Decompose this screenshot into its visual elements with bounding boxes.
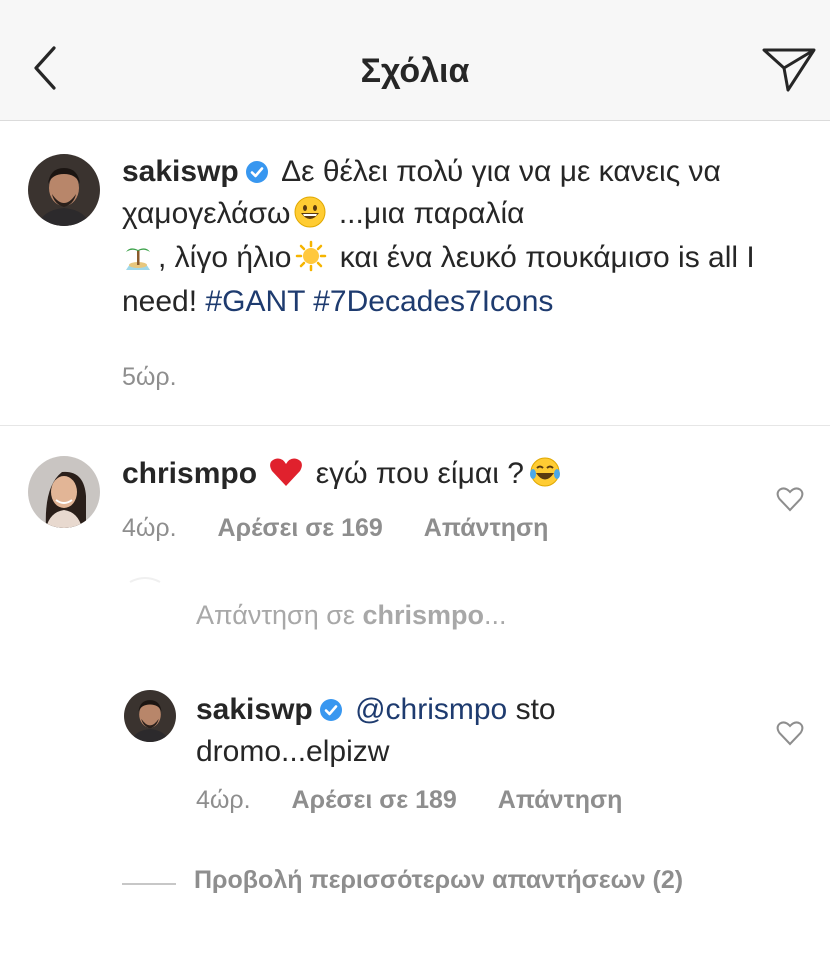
red-heart-emoji <box>269 456 303 498</box>
comment-username[interactable]: chrismpo <box>122 457 257 490</box>
tears-of-joy-emoji <box>528 456 562 498</box>
grinning-face-emoji <box>294 196 326 238</box>
view-more-line <box>122 883 176 885</box>
caption-username[interactable]: sakiswp <box>122 155 239 188</box>
paper-plane-icon <box>762 48 816 92</box>
caption-meta: 5ώρ. <box>122 363 177 392</box>
reply-reply-button[interactable]: Απάντηση <box>498 786 623 814</box>
desert-island-emoji <box>122 240 154 282</box>
like-reply-button[interactable] <box>776 720 804 751</box>
reply-avatar[interactable] <box>124 690 176 742</box>
verified-badge-icon <box>245 155 269 194</box>
comment-avatar[interactable] <box>28 456 100 528</box>
caption-timestamp: 5ώρ. <box>122 363 177 391</box>
heart-outline-icon <box>776 487 804 512</box>
heart-outline-icon <box>776 721 804 746</box>
reply-prompt-suffix: ... <box>483 600 507 630</box>
mention-link[interactable]: @chrismpo <box>355 693 507 726</box>
verified-badge-icon <box>319 693 343 732</box>
post-caption: sakiswp Δε θέλει πολύ για να με κανεις ν… <box>122 152 802 321</box>
reply-prompt[interactable]: Απάντηση σε chrismpo... <box>196 600 507 631</box>
reply-timestamp: 4ώρ. <box>196 786 251 814</box>
top-bar: Σχόλια <box>0 0 830 121</box>
comment-reply-button[interactable]: Απάντηση <box>424 514 549 542</box>
view-more-replies-button[interactable]: Προβολή περισσότερων απαντήσεων (2) <box>194 866 683 895</box>
reply-prompt-prefix: Απάντηση σε <box>196 600 355 630</box>
reply-meta: 4ώρ. Αρέσει σε 189 Απάντηση <box>196 786 622 815</box>
hashtag-link[interactable]: #7Decades7Icons <box>313 285 553 318</box>
divider <box>0 425 830 426</box>
page-title: Σχόλια <box>360 52 470 90</box>
comment-likes[interactable]: Αρέσει σε 169 <box>218 514 383 542</box>
comment-timestamp: 4ώρ. <box>122 514 177 542</box>
reply-body: sakiswp @chrismpo sto dromo...elpizw <box>196 690 756 771</box>
comment-meta: 4ώρ. Αρέσει σε 169 Απάντηση <box>122 514 548 543</box>
comment-text: εγώ που είμαι ? <box>315 457 524 490</box>
share-button[interactable] <box>760 42 818 94</box>
reply-likes[interactable]: Αρέσει σε 189 <box>292 786 457 814</box>
hashtag-link[interactable]: #GANT <box>205 285 304 318</box>
faint-mark <box>129 577 161 583</box>
comment-body: chrismpo εγώ που είμαι ? <box>122 454 762 498</box>
caption-text: ...μια παραλία <box>338 197 525 230</box>
reply-prompt-username: chrismpo <box>362 600 484 630</box>
caption-avatar[interactable] <box>28 154 100 226</box>
caption-text: , λίγο ήλιο <box>158 241 292 274</box>
like-comment-button[interactable] <box>776 486 804 517</box>
sun-emoji <box>295 240 327 282</box>
reply-username[interactable]: sakiswp <box>196 693 313 726</box>
